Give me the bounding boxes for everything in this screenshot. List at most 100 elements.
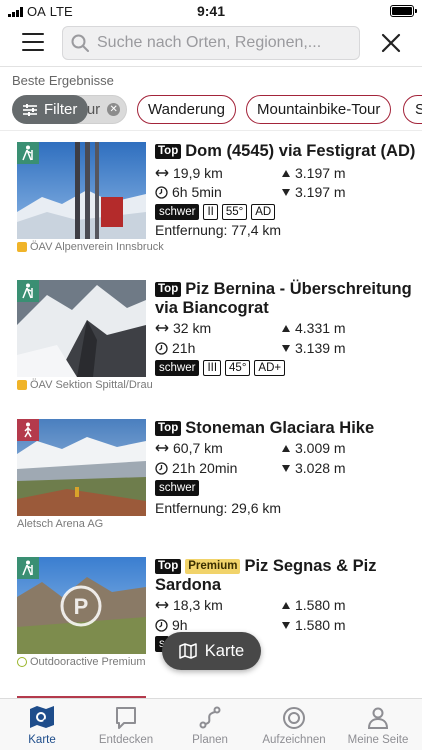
search-header bbox=[0, 22, 422, 66]
tab-meine-seite[interactable]: Meine Seite bbox=[336, 705, 420, 746]
tab-aufzeichnen[interactable]: Aufzeichnen bbox=[252, 705, 336, 746]
distance-from-location: Entfernung: 77,4 km bbox=[155, 222, 282, 238]
map-search-icon bbox=[30, 706, 54, 728]
chip-label: S bbox=[415, 101, 422, 118]
close-icon[interactable] bbox=[380, 32, 402, 54]
clock-icon bbox=[155, 341, 168, 355]
descent-value: 3.197 m bbox=[295, 184, 346, 200]
chip-mountainbike[interactable]: Mountainbike-Tour bbox=[246, 95, 392, 124]
distance-arrows-icon bbox=[155, 444, 169, 452]
ascent-icon bbox=[282, 324, 290, 332]
tab-label: Karte bbox=[28, 734, 56, 746]
menu-icon[interactable] bbox=[22, 33, 44, 51]
ascent-value: 1.580 m bbox=[295, 597, 346, 613]
descent-icon bbox=[282, 464, 290, 472]
chip-more[interactable]: S bbox=[403, 95, 422, 124]
distance-stat: 18,3 km bbox=[155, 597, 223, 613]
premium-logo-icon bbox=[17, 657, 27, 667]
descent-icon bbox=[282, 188, 290, 196]
ascent-stat: 3.197 m bbox=[281, 165, 346, 181]
distance-value: 19,9 km bbox=[173, 165, 223, 181]
top-badge: Top bbox=[155, 144, 182, 159]
tab-label: Aufzeichnen bbox=[262, 734, 326, 746]
difficulty-badge: schwer bbox=[155, 480, 200, 496]
descent-icon bbox=[282, 344, 290, 352]
hiking-person-teal-icon bbox=[17, 557, 39, 579]
hiking-person-teal-icon bbox=[17, 280, 39, 302]
difficulty-badges: schwer II 55° AD bbox=[155, 204, 276, 220]
source-name: ÖAV Alpenverein Innsbruck bbox=[30, 241, 164, 253]
header-divider bbox=[0, 66, 422, 67]
map-icon bbox=[179, 643, 197, 659]
search-icon bbox=[71, 34, 89, 52]
duration-value: 6h 5min bbox=[172, 184, 222, 200]
descent-stat: 3.028 m bbox=[281, 460, 346, 476]
search-input[interactable] bbox=[97, 34, 347, 52]
source-name: Aletsch Arena AG bbox=[17, 518, 104, 530]
distance-stat: 19,9 km bbox=[155, 165, 223, 181]
top-badge: Top bbox=[155, 559, 182, 574]
difficulty-badges: schwer III 45° AD+ bbox=[155, 360, 286, 376]
distance-arrows-icon bbox=[155, 169, 169, 177]
clock-icon bbox=[155, 618, 168, 632]
tab-label: Planen bbox=[192, 734, 228, 746]
duration-stat: 21h 20min bbox=[155, 460, 237, 476]
chip-wanderung[interactable]: Wanderung bbox=[137, 95, 236, 124]
route-icon bbox=[199, 706, 221, 729]
show-map-button[interactable]: Karte bbox=[162, 632, 261, 670]
top-badge: Top bbox=[155, 421, 182, 436]
descent-stat: 1.580 m bbox=[281, 617, 346, 633]
tour-source[interactable]: Outdooractive Premium bbox=[17, 656, 146, 668]
tour-title: Top Stoneman Glaciara Hike bbox=[155, 419, 417, 438]
descent-value: 3.139 m bbox=[295, 340, 346, 356]
tab-bar: Karte Entdecken Planen Aufzeichnen Meine… bbox=[0, 698, 422, 750]
distance-value: 18,3 km bbox=[173, 597, 223, 613]
search-bar[interactable] bbox=[62, 26, 360, 60]
descent-icon bbox=[282, 621, 290, 629]
duration-stat: 9h bbox=[155, 617, 188, 633]
tab-label: Entdecken bbox=[98, 734, 154, 746]
source-name: ÖAV Sektion Spittal/Drau bbox=[30, 379, 153, 391]
descent-value: 3.028 m bbox=[295, 460, 346, 476]
status-bar: OA LTE 9:41 bbox=[0, 0, 422, 22]
duration-value: 21h 20min bbox=[172, 460, 238, 476]
scale-badge: AD+ bbox=[254, 360, 286, 376]
filter-button[interactable]: Filter bbox=[12, 95, 88, 124]
tour-title: Top Piz Bernina - Überschreitung via Bian… bbox=[155, 280, 417, 318]
map-button-label: Karte bbox=[204, 641, 245, 660]
tab-label: Meine Seite bbox=[347, 734, 409, 746]
tour-source[interactable]: ÖAV Alpenverein Innsbruck bbox=[17, 241, 164, 253]
tab-entdecken[interactable]: Entdecken bbox=[84, 705, 168, 746]
tour-thumbnail bbox=[17, 142, 146, 239]
difficulty-badge: schwer bbox=[155, 204, 200, 220]
tab-planen[interactable]: Planen bbox=[168, 705, 252, 746]
ascent-stat: 3.009 m bbox=[281, 440, 346, 456]
person-icon bbox=[367, 707, 389, 729]
tour-thumbnail bbox=[17, 419, 146, 516]
tour-source[interactable]: Aletsch Arena AG bbox=[17, 518, 103, 530]
ascent-icon bbox=[282, 444, 290, 452]
distance-stat: 60,7 km bbox=[155, 440, 223, 456]
hiking-person-teal-icon bbox=[17, 142, 39, 164]
duration-stat: 6h 5min bbox=[155, 184, 222, 200]
premium-badge: Premium bbox=[185, 559, 241, 574]
tab-karte[interactable]: Karte bbox=[0, 705, 84, 746]
slope-badge: 55° bbox=[221, 204, 248, 220]
tour-source[interactable]: ÖAV Sektion Spittal/Drau bbox=[17, 379, 153, 391]
descent-stat: 3.197 m bbox=[281, 184, 346, 200]
tour-title: Top Dom (4545) via Festigrat (AD) bbox=[155, 142, 417, 161]
distance-value: 32 km bbox=[173, 320, 212, 336]
tour-title-text: Piz Bernina - Überschreitung via Biancog… bbox=[155, 280, 412, 317]
tour-title-text: Stoneman Glaciara Hike bbox=[185, 419, 375, 437]
distance-arrows-icon bbox=[155, 601, 169, 609]
chip-label: Mountainbike-Tour bbox=[257, 101, 381, 118]
clock-icon bbox=[155, 185, 168, 199]
chip-remove-icon[interactable]: ✕ bbox=[107, 103, 121, 116]
scale-badge: AD bbox=[251, 204, 276, 220]
grade-badge: II bbox=[203, 204, 218, 220]
grade-badge: III bbox=[203, 360, 222, 376]
distance-value: 60,7 km bbox=[173, 440, 223, 456]
sliders-icon bbox=[23, 103, 37, 116]
results-heading: Beste Ergebnisse bbox=[12, 73, 114, 88]
hiking-person-red-icon bbox=[17, 419, 39, 441]
